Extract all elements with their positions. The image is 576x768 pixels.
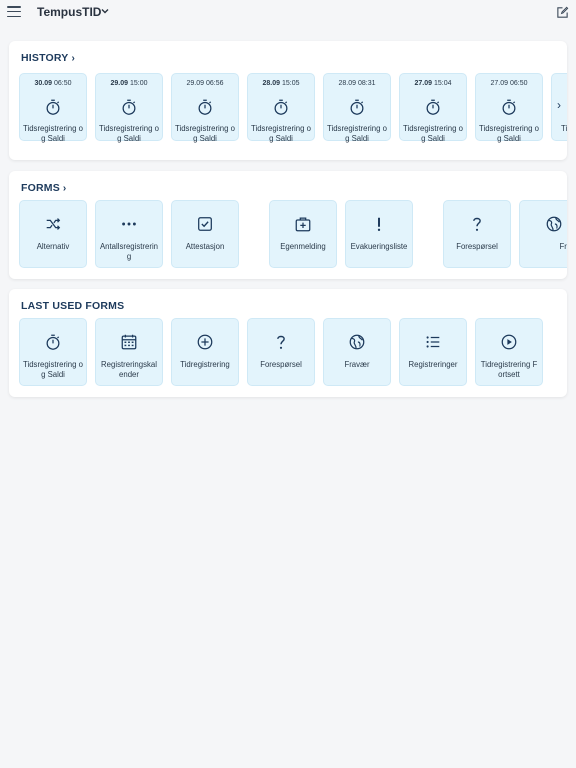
- medical-bag-icon: [295, 217, 311, 232]
- form-label: Attestasjon: [185, 242, 225, 251]
- history-item[interactable]: 27.09 06:50 Tidsregistrering og Saldi: [475, 73, 543, 143]
- last-used-strip[interactable]: Tidsregistrering og Saldi Registreringsk…: [9, 318, 567, 397]
- form-label: Fravær: [559, 242, 567, 251]
- history-label: Tidsregistrering og Saldi: [479, 124, 539, 143]
- history-label: Tidsregistrering og Saldi: [403, 124, 463, 143]
- globe-icon: [349, 334, 365, 350]
- history-label: Tidsregistrering og Saldi: [23, 124, 83, 143]
- last-used-item[interactable]: Tidregistrering Fortsett: [475, 318, 543, 386]
- form-item[interactable]: Attestasjon: [171, 200, 239, 268]
- form-item[interactable]: Alternativ: [19, 200, 87, 268]
- history-item[interactable]: 28.09 15:05 Tidsregistrering og Saldi: [247, 73, 315, 143]
- history-item[interactable]: 29.09 15:00 Tidsregistrering og Saldi: [95, 73, 163, 143]
- exclamation-icon: [377, 217, 381, 232]
- form-item[interactable]: Evakueringsliste: [345, 200, 413, 268]
- last-used-label: Fravær: [344, 360, 370, 369]
- checkbox-icon: [198, 217, 212, 231]
- globe-icon: [546, 216, 562, 232]
- form-label: Alternativ: [36, 242, 70, 251]
- last-used-label: Tidregistrering: [180, 360, 230, 369]
- history-item[interactable]: 28.09 08:31 Tidsregistrering og Saldi: [323, 73, 391, 143]
- question-icon: [473, 217, 481, 231]
- form-label: Egenmelding: [280, 242, 326, 251]
- calendar-icon: [121, 334, 137, 350]
- history-date: 29.09 06:56: [186, 80, 224, 87]
- plus-circle-icon: [197, 334, 213, 350]
- history-panel: HISTORY › 30.09 06:50 Tidsregistrering o…: [9, 41, 567, 160]
- shuffle-icon: [46, 218, 61, 230]
- last-used-item[interactable]: Forespørsel: [247, 318, 315, 386]
- play-circle-icon: [501, 334, 517, 350]
- stopwatch-icon: [274, 99, 288, 115]
- app-title[interactable]: TempusTID: [37, 5, 101, 19]
- history-label: Tidsregistrering og Saldi: [327, 124, 387, 143]
- last-used-panel: LAST USED FORMS Tidsregistrering og Sald…: [9, 289, 567, 397]
- history-date: 28.09 08:31: [338, 80, 376, 87]
- history-header[interactable]: HISTORY ›: [21, 52, 75, 64]
- dots-icon: [122, 222, 136, 226]
- history-label: Ti: [561, 124, 567, 133]
- stopwatch-icon: [350, 99, 364, 115]
- history-item[interactable]: 29.09 06:56 Tidsregistrering og Saldi: [171, 73, 239, 143]
- history-date: 30.09 06:50: [34, 80, 72, 87]
- edit-icon[interactable]: [556, 6, 569, 19]
- form-label: Forespørsel: [456, 242, 498, 251]
- last-used-header: LAST USED FORMS: [21, 300, 124, 312]
- history-label: Tidsregistrering og Saldi: [175, 124, 235, 143]
- stopwatch-icon: [122, 99, 136, 115]
- history-item-partial[interactable]: › Ti: [551, 73, 567, 141]
- last-used-item[interactable]: Registreringer: [399, 318, 467, 386]
- last-used-label: Tidsregistrering og Saldi: [23, 360, 83, 379]
- stopwatch-icon: [46, 99, 60, 115]
- last-used-item[interactable]: Fravær: [323, 318, 391, 386]
- form-label: Antallsregistrering: [99, 242, 159, 261]
- history-date: 27.09 06:50: [490, 80, 528, 87]
- last-used-header-label: LAST USED FORMS: [21, 300, 125, 312]
- chevron-right-icon[interactable]: ›: [557, 98, 561, 112]
- chevron-right-icon: ›: [71, 52, 76, 64]
- history-strip[interactable]: 30.09 06:50 Tidsregistrering og Saldi 29…: [9, 73, 567, 153]
- history-label: Tidsregistrering og Saldi: [251, 124, 311, 143]
- chevron-down-icon[interactable]: [100, 6, 110, 16]
- stopwatch-icon: [46, 334, 60, 350]
- stopwatch-icon: [198, 99, 212, 115]
- form-label: Evakueringsliste: [350, 242, 408, 251]
- form-item[interactable]: Forespørsel: [443, 200, 511, 268]
- last-used-item[interactable]: Registreringskalender: [95, 318, 163, 386]
- last-used-label: Registreringer: [408, 360, 458, 369]
- list-icon: [426, 336, 440, 348]
- form-item[interactable]: Egenmelding: [269, 200, 337, 268]
- history-header-label: HISTORY: [21, 52, 69, 64]
- last-used-item[interactable]: Tidregistrering: [171, 318, 239, 386]
- history-date: 27.09 15:04: [414, 80, 452, 87]
- history-item[interactable]: 27.09 15:04 Tidsregistrering og Saldi: [399, 73, 467, 143]
- history-label: Tidsregistrering og Saldi: [99, 124, 159, 143]
- history-date: 29.09 15:00: [110, 80, 148, 87]
- last-used-label: Tidregistrering Fortsett: [480, 360, 538, 379]
- forms-header-label: FORMS: [21, 182, 60, 194]
- forms-panel: FORMS › Alternativ Antallsregistrering A…: [9, 171, 567, 279]
- form-item[interactable]: Antallsregistrering: [95, 200, 163, 268]
- stopwatch-icon: [426, 99, 440, 115]
- history-date: 28.09 15:05: [262, 80, 300, 87]
- last-used-item[interactable]: Tidsregistrering og Saldi: [19, 318, 87, 386]
- menu-icon[interactable]: [7, 6, 21, 18]
- form-item[interactable]: Fravær: [519, 200, 567, 268]
- history-item[interactable]: 30.09 06:50 Tidsregistrering og Saldi: [19, 73, 87, 143]
- chevron-right-icon: ›: [62, 182, 67, 194]
- stopwatch-icon: [502, 99, 516, 115]
- last-used-label: Registreringskalender: [101, 360, 157, 379]
- question-icon: [277, 335, 285, 349]
- forms-header[interactable]: FORMS ›: [21, 182, 66, 194]
- last-used-label: Forespørsel: [260, 360, 302, 369]
- top-bar: TempusTID: [0, 0, 576, 26]
- forms-strip[interactable]: Alternativ Antallsregistrering Attestasj…: [9, 200, 567, 279]
